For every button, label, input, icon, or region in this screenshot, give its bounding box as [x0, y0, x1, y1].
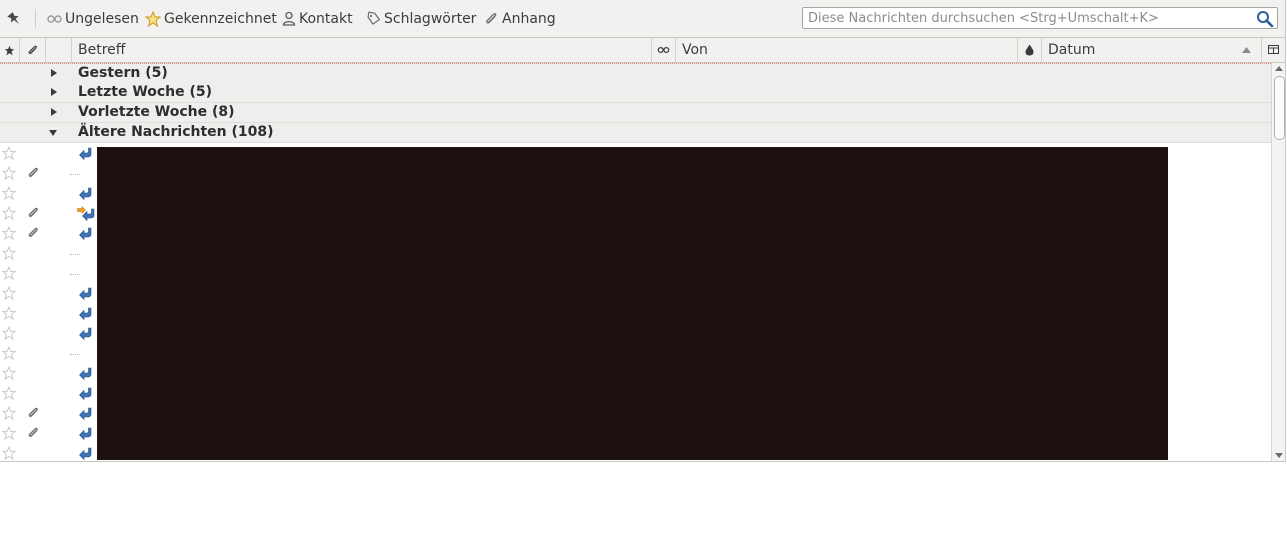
pin-icon[interactable] — [6, 9, 24, 27]
group-row-last-week[interactable]: Letzte Woche (5) — [0, 83, 1271, 103]
group-label: Letzte Woche (5) — [78, 84, 213, 100]
starred-filter-button[interactable]: Gekennzeichnet — [145, 9, 277, 28]
tags-filter-label: Schlagwörter — [384, 10, 477, 27]
thread-line — [70, 354, 80, 355]
paperclip-icon — [27, 226, 40, 243]
replied-icon — [79, 447, 93, 461]
toolbar-separator — [35, 9, 36, 28]
from-column-label: Von — [682, 42, 708, 58]
tags-filter-button[interactable]: Schlagwörter — [366, 9, 476, 28]
star-toggle-icon[interactable] — [1, 245, 17, 264]
redacted-message-content — [97, 147, 1168, 460]
starred-filter-label: Gekennzeichnet — [164, 10, 277, 27]
contact-filter-button[interactable]: Kontakt — [282, 9, 353, 28]
group-label: Ältere Nachrichten (108) — [78, 124, 274, 140]
column-picker-icon — [1268, 45, 1279, 54]
star-toggle-icon[interactable] — [1, 345, 17, 364]
group-label: Gestern (5) — [78, 65, 168, 81]
star-toggle-icon[interactable] — [1, 165, 17, 184]
expand-triangle-icon[interactable] — [51, 108, 57, 116]
group-label: Vorletzte Woche (8) — [78, 104, 235, 120]
star-toggle-icon[interactable] — [1, 405, 17, 424]
thread-line — [70, 174, 80, 175]
quick-filter-bar: Ungelesen Gekennzeichnet Kontakt Schlagw… — [0, 0, 1285, 38]
star-toggle-icon[interactable] — [1, 265, 17, 284]
replied-icon — [79, 227, 93, 244]
star-toggle-icon[interactable] — [1, 445, 17, 461]
thread-line — [70, 274, 80, 275]
subject-column-label: Betreff — [78, 42, 126, 58]
scroll-up-arrow-icon[interactable] — [1275, 66, 1283, 71]
expand-triangle-icon[interactable] — [51, 88, 57, 96]
star-toggle-icon[interactable] — [1, 145, 17, 164]
attachment-column-header[interactable] — [20, 38, 46, 62]
person-icon — [282, 11, 296, 26]
paperclip-icon — [27, 206, 40, 223]
sort-ascending-icon — [1242, 47, 1251, 53]
star-toggle-icon[interactable] — [1, 325, 17, 344]
star-toggle-icon[interactable] — [1, 205, 17, 224]
scrollbar-thumb[interactable] — [1274, 76, 1285, 140]
window-edge — [1285, 0, 1286, 462]
search-icon[interactable] — [1256, 10, 1274, 28]
star-icon — [4, 45, 15, 55]
replied-icon — [79, 387, 93, 404]
paperclip-icon — [486, 13, 497, 24]
group-row-older-messages[interactable]: Ältere Nachrichten (108) — [0, 123, 1271, 143]
star-toggle-icon[interactable] — [1, 285, 17, 304]
search-field[interactable] — [802, 7, 1278, 29]
contact-filter-label: Kontakt — [299, 10, 353, 27]
star-toggle-icon[interactable] — [1, 225, 17, 244]
star-column-header[interactable] — [0, 38, 20, 62]
read-status-column-header[interactable] — [652, 38, 676, 62]
attachment-filter-label: Anhang — [502, 10, 556, 27]
paperclip-icon — [27, 406, 40, 423]
replied-icon — [79, 287, 93, 304]
paperclip-icon — [27, 426, 40, 443]
replied-icon — [79, 307, 93, 324]
glasses-icon — [47, 14, 62, 23]
date-column-label: Datum — [1048, 42, 1096, 58]
from-column-header[interactable]: Von — [676, 38, 1018, 62]
group-row-yesterday[interactable]: Gestern (5) — [0, 63, 1271, 84]
collapse-triangle-icon[interactable] — [49, 130, 57, 136]
junk-column-header[interactable] — [1018, 38, 1042, 62]
unread-filter-button[interactable]: Ungelesen — [47, 9, 139, 28]
expand-triangle-icon[interactable] — [51, 69, 57, 77]
thread-line — [70, 254, 80, 255]
paperclip-icon — [28, 45, 37, 55]
star-toggle-icon[interactable] — [1, 365, 17, 384]
message-list[interactable]: Gestern (5) Letzte Woche (5) Vorletzte W… — [0, 63, 1271, 461]
attachment-filter-button[interactable]: Anhang — [484, 9, 556, 28]
star-toggle-icon[interactable] — [1, 305, 17, 324]
unread-filter-label: Ungelesen — [65, 10, 139, 27]
star-toggle-icon[interactable] — [1, 385, 17, 404]
paperclip-icon — [27, 166, 40, 183]
message-list-scrollbar[interactable] — [1271, 63, 1286, 461]
group-row-week-before-last[interactable]: Vorletzte Woche (8) — [0, 103, 1271, 123]
flame-icon — [1025, 44, 1034, 56]
tag-icon — [367, 11, 381, 25]
replied-icon — [79, 407, 93, 424]
replied-icon — [79, 147, 93, 164]
replied-icon — [79, 427, 93, 444]
column-picker-button[interactable] — [1262, 38, 1285, 62]
star-toggle-icon[interactable] — [1, 185, 17, 204]
replied-icon — [79, 367, 93, 384]
search-input[interactable] — [808, 9, 1248, 27]
scroll-down-arrow-icon[interactable] — [1275, 453, 1283, 458]
star-toggle-icon[interactable] — [1, 425, 17, 444]
glasses-icon — [657, 46, 670, 54]
subject-column-header[interactable]: Betreff — [72, 38, 652, 62]
replied-icon — [79, 327, 93, 344]
thread-column-header[interactable] — [46, 38, 72, 62]
pane-divider[interactable] — [0, 461, 1285, 462]
date-column-header[interactable]: Datum — [1042, 38, 1262, 62]
star-icon — [145, 10, 161, 27]
column-header-bar: Betreff Von Datum — [0, 38, 1285, 63]
